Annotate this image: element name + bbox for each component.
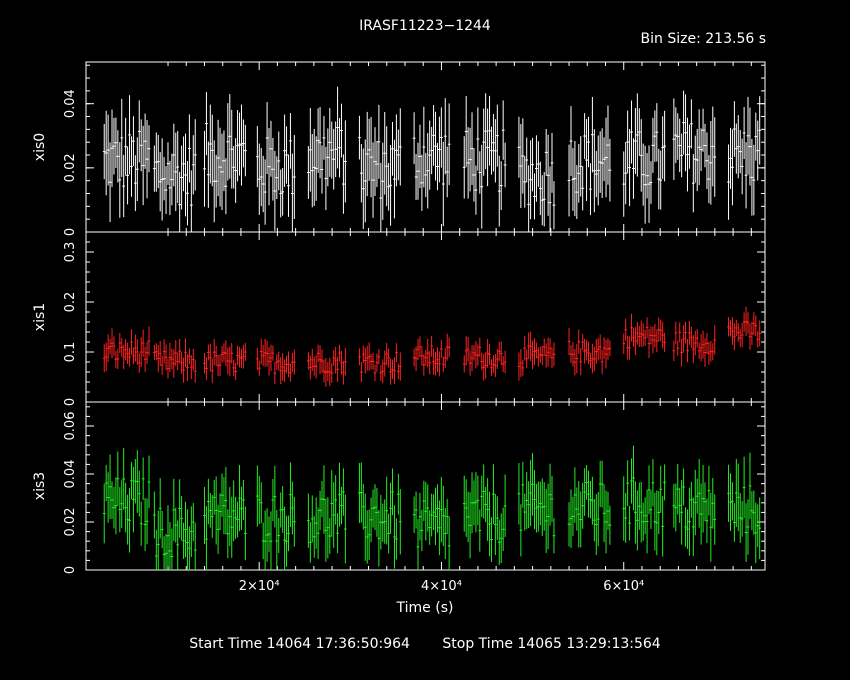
y-tick-label-xis1: 0.2 <box>63 292 78 313</box>
footer-times: Start Time 14064 17:36:50:964 Stop Time … <box>0 636 850 652</box>
y-tick-label-xis1: 0 <box>63 398 78 406</box>
y-tick-label-xis0: 0.04 <box>63 89 78 118</box>
y-tick-label-xis3: 0.06 <box>63 412 78 441</box>
series-label-xis3: xis3 <box>32 472 48 500</box>
x-tick-label: 4×10⁴ <box>421 579 462 594</box>
x-tick-label: 6×10⁴ <box>603 579 644 594</box>
light-curve-plot: 0 0.02 0.04 xis0 0 0.1 0.2 0.3 xis1 0 0.02 0.04 0.06… <box>32 61 766 594</box>
series-label-xis0: xis0 <box>32 133 48 161</box>
series-label-xis1: xis1 <box>32 303 48 331</box>
y-tick-label-xis0: 0 <box>63 228 78 236</box>
y-tick-label-xis1: 0.1 <box>63 342 78 363</box>
bin-size-label: Bin Size: 213.56 s <box>640 31 766 47</box>
y-tick-label-xis3: 0 <box>63 566 78 574</box>
y-tick-label-xis0: 0.02 <box>63 153 78 182</box>
y-tick-label-xis3: 0.02 <box>63 508 78 537</box>
stop-time: Stop Time 14065 13:29:13:564 <box>442 636 661 652</box>
y-tick-label-xis3: 0.04 <box>63 460 78 489</box>
start-time: Start Time 14064 17:36:50:964 <box>189 636 410 652</box>
x-axis-label: Time (s) <box>396 600 454 616</box>
x-tick-label: 2×10⁴ <box>239 579 280 594</box>
y-tick-label-xis1: 0.3 <box>63 242 78 263</box>
